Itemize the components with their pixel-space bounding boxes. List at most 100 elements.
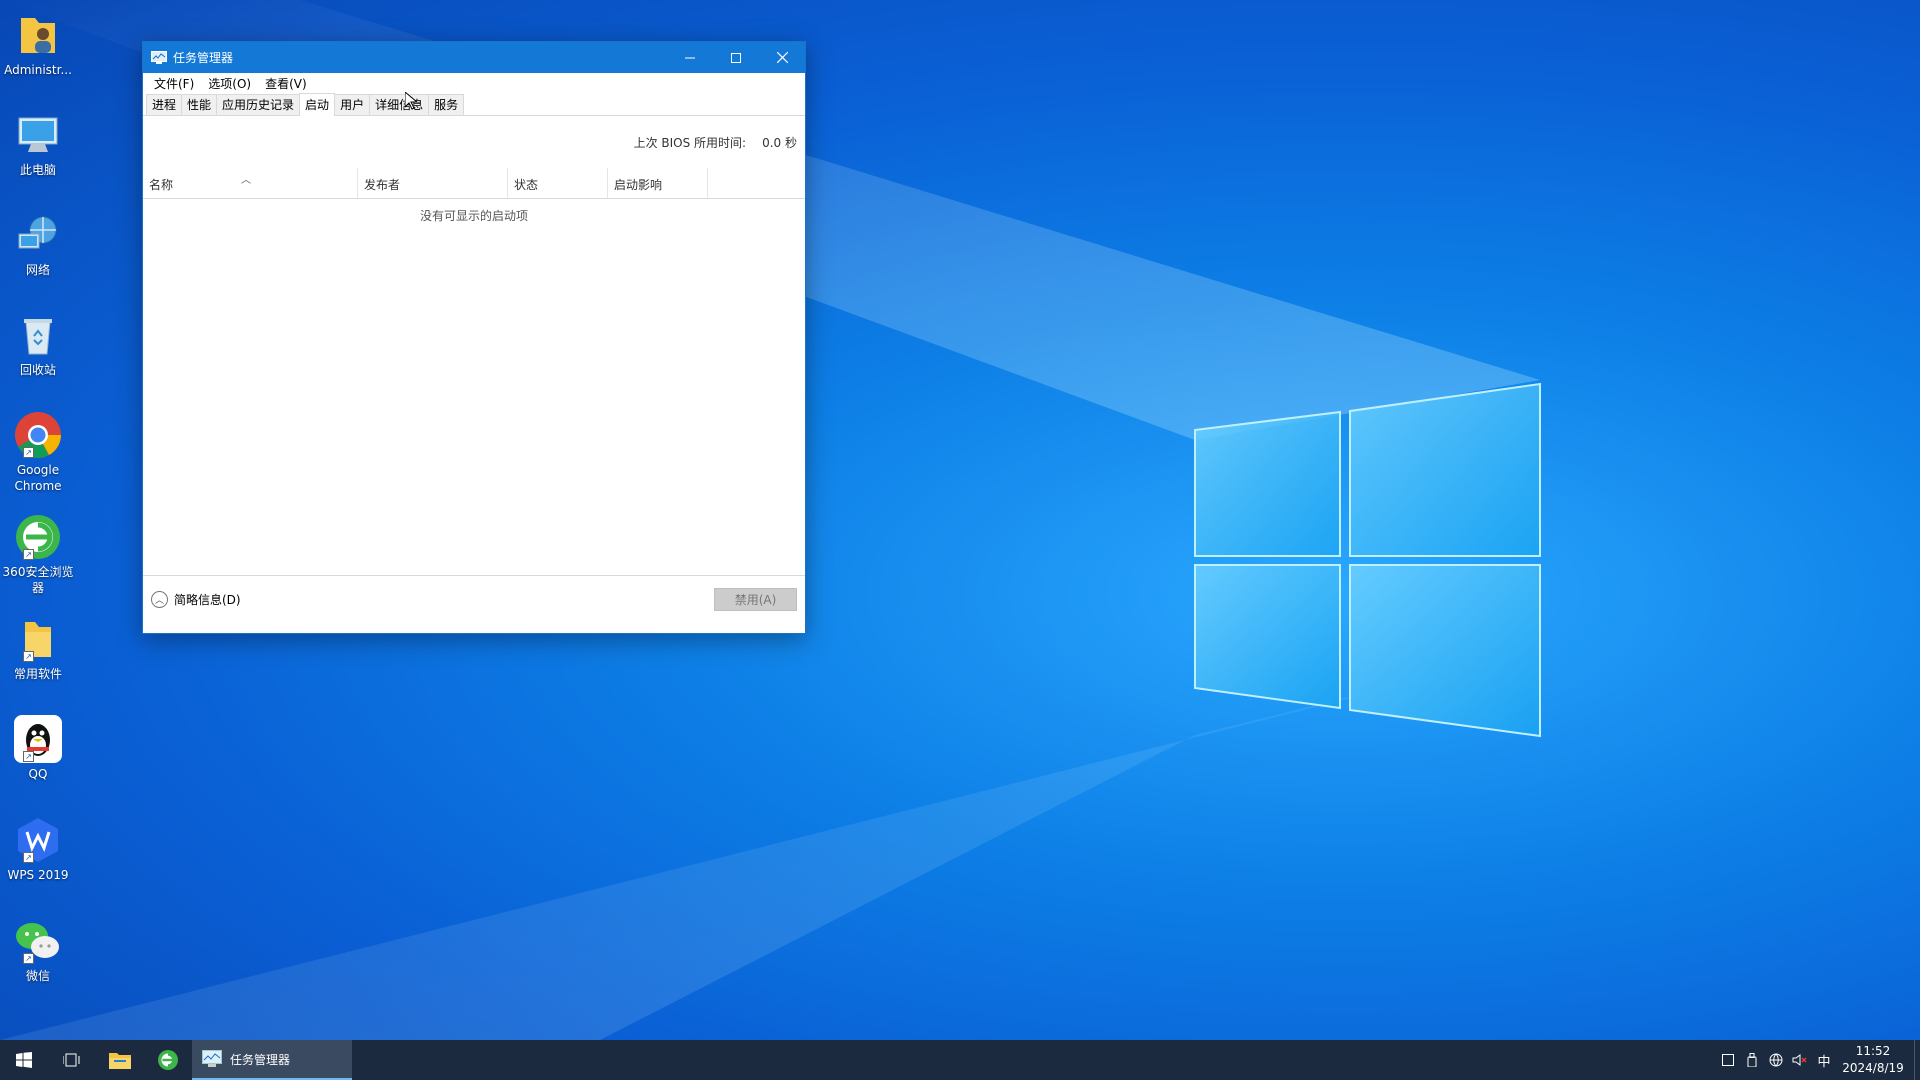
taskbar-app-label: 任务管理器	[230, 1052, 291, 1067]
maximize-icon	[731, 52, 741, 63]
chevron-up-icon: ︿	[151, 591, 168, 608]
recycle-bin-icon	[13, 310, 63, 360]
taskbar-task-manager-button[interactable]: 任务管理器	[192, 1040, 352, 1080]
desktop-icon-label: Administr...	[4, 63, 72, 77]
network-globe-icon	[13, 210, 63, 260]
fewer-details-toggle[interactable]: ︿ 简略信息(D)	[151, 591, 714, 608]
sort-ascending-icon: ︿	[241, 175, 251, 186]
wps-icon: ↗	[13, 815, 63, 865]
column-header-label: 启动影响	[614, 178, 663, 192]
mouse-cursor-icon	[405, 92, 417, 110]
table-header: ︿ 名称 发布者 状态 启动影响	[143, 168, 805, 199]
task-manager-window[interactable]: 任务管理器 文件(F) 选项(O) 查看(V) 进程 性能 应用历史记录 启动 …	[142, 41, 806, 634]
desktop-icon-label: 常用软件	[13, 667, 62, 681]
desktop-icon-360-browser[interactable]: ↗ 360安全浏览器	[2, 512, 74, 596]
shortcut-arrow-icon: ↗	[23, 447, 34, 458]
column-header-label: 发布者	[364, 178, 401, 192]
tab-users[interactable]: 用户	[334, 94, 371, 115]
close-button[interactable]	[759, 42, 805, 73]
window-titlebar[interactable]: 任务管理器	[143, 42, 805, 73]
360-browser-icon: ↗	[13, 512, 63, 562]
tab-details[interactable]: 详细信息	[369, 94, 430, 115]
desktop-icon-administrator[interactable]: Administr...	[2, 10, 74, 78]
shortcut-arrow-icon: ↗	[23, 651, 34, 662]
close-icon	[776, 52, 788, 63]
shortcut-arrow-icon: ↗	[23, 852, 34, 863]
bios-time-label: 上次 BIOS 所用时间:	[633, 136, 747, 150]
window-title: 任务管理器	[173, 51, 234, 65]
column-header-startup-impact[interactable]: 启动影响	[608, 168, 708, 198]
task-manager-icon	[151, 50, 167, 64]
column-header-status[interactable]: 状态	[508, 168, 608, 198]
file-explorer-button[interactable]	[96, 1040, 144, 1080]
tray-usb-icon[interactable]	[1740, 1040, 1764, 1080]
desktop-icon-label: 网络	[25, 263, 50, 277]
task-view-button[interactable]	[48, 1040, 96, 1080]
360-browser-icon	[158, 1050, 178, 1070]
tray-network-icon[interactable]	[1764, 1040, 1788, 1080]
menu-bar: 文件(F) 选项(O) 查看(V)	[143, 73, 805, 93]
window-footer: ︿ 简略信息(D) 禁用(A)	[143, 575, 805, 623]
shortcut-arrow-icon: ↗	[23, 953, 34, 964]
fewer-details-label: 简略信息(D)	[174, 593, 241, 607]
menu-options[interactable]: 选项(O)	[201, 75, 258, 92]
desktop-icon-label: 回收站	[19, 363, 56, 377]
desktop-icon-this-pc[interactable]: 此电脑	[2, 110, 74, 178]
tab-startup[interactable]: 启动	[299, 93, 336, 116]
desktop-icon-google-chrome[interactable]: ↗ Google Chrome	[2, 410, 74, 494]
desktop-icon-label: WPS 2019	[7, 868, 69, 882]
tray-action-center-icon[interactable]	[1716, 1040, 1740, 1080]
disable-button[interactable]: 禁用(A)	[714, 588, 797, 611]
tab-bar: 进程 性能 应用历史记录 启动 用户 详细信息 服务	[143, 93, 805, 116]
desktop-icon-label: Google Chrome	[14, 463, 62, 493]
folder-icon: ↗	[13, 614, 63, 664]
desktop-icon-label: 微信	[25, 969, 50, 983]
desktop-icon-common-software[interactable]: ↗ 常用软件	[2, 614, 74, 682]
taskbar-clock[interactable]: 11:52 2024/8/19	[1836, 1043, 1910, 1077]
computer-icon	[13, 110, 63, 160]
tray-ime-indicator[interactable]: 中	[1812, 1040, 1836, 1080]
chrome-icon: ↗	[13, 410, 63, 460]
qq-penguin-icon: ↗	[13, 714, 63, 764]
clock-date: 2024/8/19	[1842, 1061, 1904, 1075]
taskbar: 任务管理器 中 11:52 2024/8/19	[0, 1040, 1920, 1080]
tab-processes[interactable]: 进程	[146, 94, 183, 115]
column-header-label: 名称	[149, 178, 174, 192]
desktop-icon-wps[interactable]: ↗ WPS 2019	[2, 815, 74, 883]
start-button[interactable]	[0, 1040, 48, 1080]
minimize-button[interactable]	[667, 42, 713, 73]
menu-view[interactable]: 查看(V)	[258, 75, 314, 92]
empty-list-message: 没有可显示的启动项	[419, 209, 528, 223]
clock-time: 11:52	[1855, 1044, 1891, 1058]
file-explorer-icon	[109, 1053, 131, 1069]
startup-list[interactable]: 没有可显示的启动项	[143, 199, 805, 575]
column-header-publisher[interactable]: 发布者	[358, 168, 508, 198]
wechat-icon: ↗	[13, 916, 63, 966]
tab-app-history[interactable]: 应用历史记录	[216, 94, 301, 115]
desktop-icon-network[interactable]: 网络	[2, 210, 74, 278]
windows-logo-icon	[16, 1052, 32, 1068]
shortcut-arrow-icon: ↗	[23, 549, 34, 560]
desktop-icon-qq[interactable]: ↗ QQ	[2, 714, 74, 782]
taskbar-360-browser-button[interactable]	[144, 1040, 192, 1080]
system-tray: 中 11:52 2024/8/19	[1716, 1040, 1920, 1080]
bios-time-row: 上次 BIOS 所用时间: 0.0 秒	[143, 116, 805, 169]
shortcut-arrow-icon: ↗	[23, 751, 34, 762]
desktop-icon-wechat[interactable]: ↗ 微信	[2, 916, 74, 984]
task-view-icon	[63, 1053, 80, 1067]
desktop-icon-label: 360安全浏览器	[2, 565, 74, 595]
tray-volume-muted-icon[interactable]	[1788, 1040, 1812, 1080]
tab-performance[interactable]: 性能	[181, 94, 218, 115]
desktop-icon-label: 此电脑	[19, 163, 56, 177]
show-desktop-button[interactable]	[1914, 1040, 1920, 1080]
task-manager-icon	[202, 1050, 222, 1067]
desktop-icon-recycle-bin[interactable]: 回收站	[2, 310, 74, 378]
column-header-label: 状态	[514, 178, 539, 192]
tab-services[interactable]: 服务	[428, 94, 465, 115]
maximize-button[interactable]	[713, 42, 759, 73]
minimize-icon	[685, 57, 695, 58]
menu-file[interactable]: 文件(F)	[147, 75, 201, 92]
user-folder-icon	[13, 10, 63, 60]
desktop-icon-label: QQ	[28, 767, 48, 781]
bios-time-value: 0.0 秒	[762, 136, 797, 150]
